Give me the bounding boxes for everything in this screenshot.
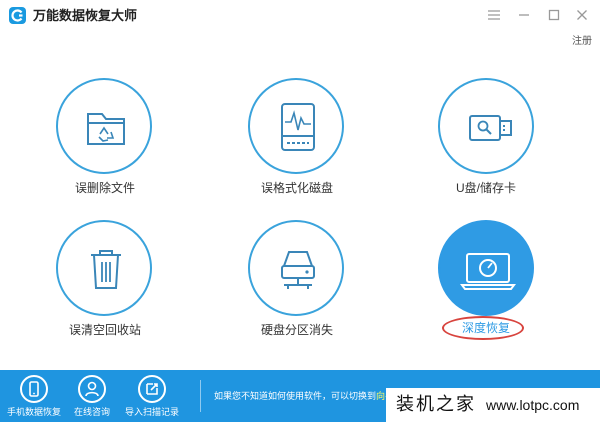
close-icon (577, 10, 587, 20)
usb-drive-icon (469, 115, 512, 141)
highlight-ellipse (442, 316, 524, 340)
folder-recycle-icon (87, 113, 125, 145)
wizard-tip: 如果您不知道如何使用软件，可以切换到向导模式 (214, 391, 412, 402)
maximize-icon (548, 9, 560, 21)
app-title: 万能数据恢复大师 (33, 8, 138, 23)
phone-icon (20, 375, 48, 403)
watermark-site-name: 装机之家 (396, 394, 476, 415)
hamburger-menu-icon (488, 10, 500, 20)
tile-label-formatted-disk: 误格式化磁盘 (260, 181, 333, 195)
trash-bin-icon (91, 250, 121, 289)
tile-deep-recovery[interactable] (438, 220, 534, 316)
tile-label-usb-card: U盘/储存卡 (455, 181, 516, 195)
app-logo-icon (9, 7, 26, 24)
user-icon (78, 375, 106, 403)
tile-usb-card[interactable] (438, 78, 534, 174)
tile-label-empty-recycle-bin: 误清空回收站 (68, 323, 141, 337)
tile-deleted-files[interactable] (56, 78, 152, 174)
watermark: 装机之家 www.lotpc.com (386, 388, 600, 422)
tile-label-deleted-files: 误删除文件 (74, 181, 135, 195)
minimize-button[interactable] (514, 6, 534, 24)
register-link[interactable]: 注册 (572, 32, 592, 47)
laptop-scan-icon (460, 253, 516, 290)
tile-label-lost-partition: 硬盘分区消失 (260, 323, 333, 337)
bottom-divider (200, 380, 201, 412)
tile-lost-partition[interactable] (248, 220, 344, 316)
disk-pulse-icon (281, 103, 315, 151)
minimize-icon (519, 14, 529, 16)
wizard-tip-text: 如果您不知道如何使用软件，可以切换到 (214, 391, 377, 401)
import-scan-record-label: 导入扫描记录 (124, 407, 179, 417)
close-button[interactable] (572, 6, 592, 24)
menu-button[interactable] (484, 6, 504, 24)
import-scan-record-button[interactable]: 导入扫描记录 (122, 373, 182, 419)
watermark-url: www.lotpc.com (486, 397, 580, 413)
tile-empty-recycle-bin[interactable] (56, 220, 152, 316)
maximize-button[interactable] (544, 6, 564, 24)
hard-drive-network-icon (281, 251, 315, 289)
title-bar: 万能数据恢复大师 (0, 0, 600, 30)
tile-formatted-disk[interactable] (248, 78, 344, 174)
import-icon (138, 375, 166, 403)
